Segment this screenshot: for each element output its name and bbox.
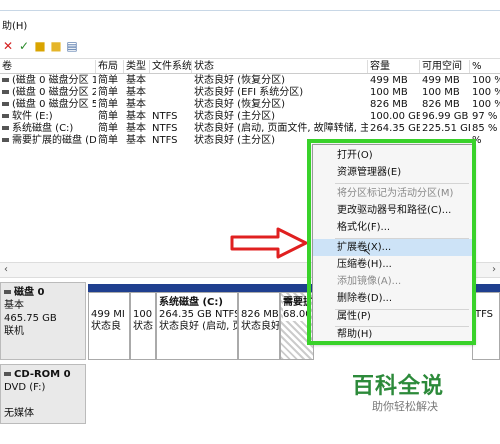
volume-name: 需要扩展的磁盘 (D:) [12,135,96,146]
partition-recovery-1[interactable]: 499 MI 状态良 [88,292,130,360]
col-free-space[interactable]: 可用空间 [420,60,470,73]
volume-name: (磁盘 0 磁盘分区 5) [12,99,96,110]
partition-software-e[interactable]: TFS [472,292,500,360]
col-percent[interactable]: % [470,60,500,73]
col-status[interactable]: 状态 [192,60,368,73]
scroll-left-icon[interactable]: ‹ [0,263,12,277]
partition-size: 826 MB [241,309,279,320]
col-layout[interactable]: 布局 [96,60,124,73]
col-filesystem[interactable]: 文件系统 [150,60,192,73]
properties-icon[interactable]: ▤ [66,40,78,52]
table-cell: 基本 [126,135,146,146]
volume-name: 软件 (E:) [12,111,53,122]
partition-status: 状态 [133,321,153,332]
cdrom-status: 无媒体 [4,408,34,419]
volume-icon [2,138,9,142]
volume-name: (磁盘 0 磁盘分区 2) [12,87,96,98]
table-header: 卷 布局 类型 文件系统 状态 容量 可用空间 % [0,60,500,74]
volume-icon [2,102,9,106]
col-capacity[interactable]: 容量 [368,60,420,73]
cdrom-type: DVD (F:) [4,382,46,393]
volume-icon [2,78,9,82]
disk-type: 基本 [4,300,24,311]
window-top-edge [0,0,500,11]
volume-name: (磁盘 0 磁盘分区 1) [12,75,96,86]
partition-size: 499 MI [91,309,125,320]
partition-size: 100 [133,309,153,320]
cdrom-label[interactable]: CD-ROM 0 DVD (F:) 无媒体 [0,364,86,424]
delete-icon[interactable]: ✕ [2,40,14,52]
disk-status: 联机 [4,326,24,337]
partition-title: 系统磁盘 (C:) [159,297,223,308]
table-cell: 简单 [98,135,118,146]
folder-key-icon[interactable]: ■ [34,40,46,52]
table-cell: 需要扩展的磁盘 (D:) [0,134,96,147]
watermark-title: 百科全说 [352,374,445,399]
partition-status: 状态良 [91,321,121,332]
disk-name: 磁盘 0 [14,287,45,298]
toolbar: ✕ ✓ ■ ■ ▤ [0,36,500,59]
partition-status: 状态良好 (启动, 页 [159,321,238,332]
col-type[interactable]: 类型 [124,60,150,73]
partition-recovery-5[interactable]: 826 MB 状态良好 [238,292,280,360]
cdrom-name: CD-ROM 0 [14,369,71,380]
highlight-box [307,139,476,345]
volume-name: 系统磁盘 (C:) [12,123,74,134]
cdrom-icon [4,372,11,376]
disk-size: 465.75 GB [4,313,57,324]
check-icon[interactable]: ✓ [18,40,30,52]
watermark-subtitle: 助你轻松解决 [372,400,438,413]
partition-size: TFS [475,309,494,320]
volume-icon [2,90,9,94]
partition-size: 264.35 GB NTFS [159,309,238,320]
menu-help[interactable]: 助(H) [0,20,27,34]
col-volume[interactable]: 卷 [0,60,96,73]
partition-status: 状态良好 [241,321,280,332]
scroll-right-icon[interactable]: › [488,263,500,277]
volume-icon [2,114,9,118]
folder-icon[interactable]: ■ [50,40,62,52]
pointer-arrow-icon [230,227,308,259]
partition-system-c[interactable]: 系统磁盘 (C:) 264.35 GB NTFS 状态良好 (启动, 页 [156,292,238,360]
volume-icon [2,126,9,130]
partition-efi[interactable]: 100 状态 [130,292,156,360]
table-cell: NTFS [152,135,178,146]
disk-icon [4,290,11,294]
disk-0-label[interactable]: 磁盘 0 基本 465.75 GB 联机 [0,282,86,360]
